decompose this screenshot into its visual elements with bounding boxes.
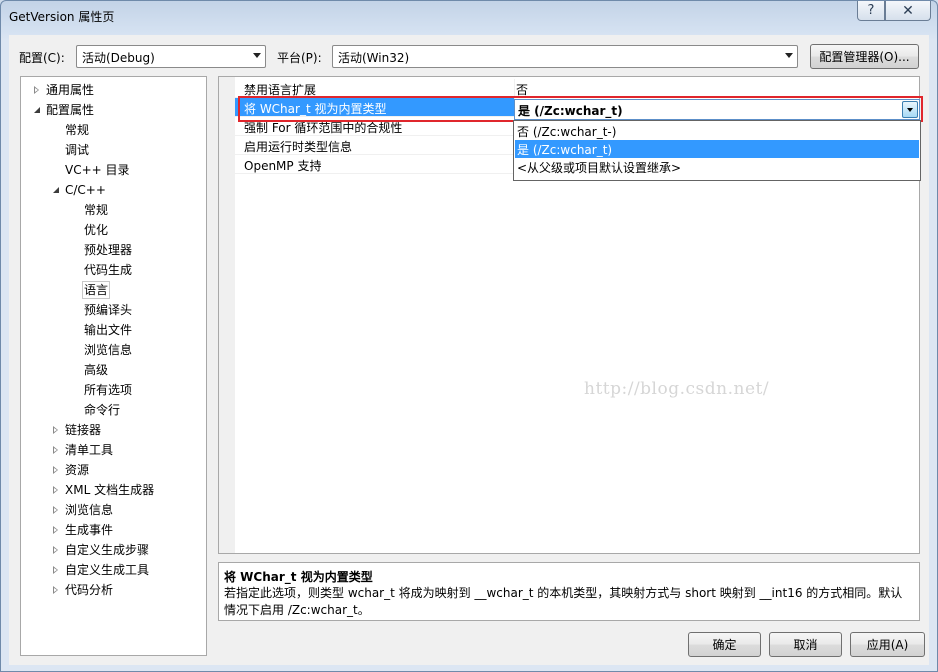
apply-button[interactable]: 应用(A): [850, 632, 925, 657]
tree-collapsed-icon[interactable]: [53, 466, 60, 475]
tree-collapsed-icon[interactable]: [53, 426, 60, 435]
tree-item[interactable]: 代码分析: [65, 581, 113, 599]
ok-button[interactable]: 确定: [688, 632, 761, 657]
tree-item[interactable]: 浏览信息: [84, 341, 132, 359]
tree-expanded-icon[interactable]: [53, 187, 60, 194]
description-panel: 将 WChar_t 视为内置类型 若指定此选项，则类型 wchar_t 将成为映…: [218, 562, 920, 621]
tree-item[interactable]: 生成事件: [65, 521, 113, 539]
dropdown-button[interactable]: [902, 101, 918, 118]
tree-collapsed-icon[interactable]: [53, 486, 60, 495]
config-value: 活动(Debug): [82, 51, 155, 65]
tree-item[interactable]: 浏览信息: [65, 501, 113, 519]
cancel-button[interactable]: 取消: [769, 632, 842, 657]
watermark: http://blog.csdn.net/: [584, 379, 770, 399]
property-pages-window: GetVersion 属性页 ? ✕ 配置(C): 活动(Debug) 平台(P…: [0, 0, 938, 672]
tree-item[interactable]: 所有选项: [84, 381, 132, 399]
tree-item[interactable]: 链接器: [65, 421, 101, 439]
dropdown-option[interactable]: <从父级或项目默认设置继承>: [515, 158, 919, 176]
dialog-client: 配置(C): 活动(Debug) 平台(P): 活动(Win32) 配置管理器(…: [9, 35, 929, 665]
dropdown-option[interactable]: 否 (/Zc:wchar_t-): [515, 122, 919, 140]
property-name: 将 WChar_t 视为内置类型: [244, 102, 387, 116]
chevron-down-icon: [785, 53, 793, 58]
grid-gutter: [219, 77, 235, 553]
property-row[interactable]: OpenMP 支持: [235, 155, 515, 174]
tree-item[interactable]: VC++ 目录: [65, 161, 130, 179]
tree-collapsed-icon[interactable]: [34, 86, 41, 95]
description-text: 若指定此选项，则类型 wchar_t 将成为映射到 __wchar_t 的本机类…: [224, 586, 903, 617]
tree-item[interactable]: 预编译头: [84, 301, 132, 319]
tree-item[interactable]: 常规: [65, 121, 89, 139]
window-title: GetVersion 属性页: [9, 10, 115, 24]
config-label: 配置(C):: [19, 51, 65, 65]
tree-item[interactable]: 调试: [65, 141, 89, 159]
description-title: 将 WChar_t 视为内置类型: [224, 570, 373, 584]
tree-item[interactable]: XML 文档生成器: [65, 481, 154, 499]
tree-item[interactable]: 常规: [84, 201, 108, 219]
property-name: 启用运行时类型信息: [244, 140, 353, 154]
title-bar[interactable]: GetVersion 属性页 ? ✕: [1, 1, 937, 31]
tree-collapsed-icon[interactable]: [53, 566, 60, 575]
property-name: OpenMP 支持: [244, 159, 322, 173]
close-icon: ✕: [902, 2, 914, 19]
tree-collapsed-icon[interactable]: [53, 506, 60, 515]
tree-item[interactable]: 命令行: [84, 401, 120, 419]
property-row[interactable]: 将 WChar_t 视为内置类型: [235, 98, 515, 117]
chevron-down-icon: [253, 53, 261, 58]
property-row[interactable]: 禁用语言扩展: [235, 79, 515, 98]
tree-item[interactable]: 自定义生成步骤: [65, 541, 149, 559]
tree-item[interactable]: C/C++: [65, 181, 106, 199]
tree-collapsed-icon[interactable]: [53, 546, 60, 555]
property-value: 否: [516, 83, 529, 97]
close-button[interactable]: ✕: [885, 1, 931, 21]
tree-item[interactable]: 代码生成: [84, 261, 132, 279]
tree-item[interactable]: 预处理器: [84, 241, 132, 259]
tree-item[interactable]: 高级: [84, 361, 108, 379]
help-icon: ?: [867, 3, 875, 18]
tree-item[interactable]: 语言: [82, 281, 111, 299]
property-name: 禁用语言扩展: [244, 83, 317, 97]
dropdown-option[interactable]: 是 (/Zc:wchar_t): [515, 140, 919, 158]
tree-collapsed-icon[interactable]: [53, 526, 60, 535]
value-editor-text: 是 (/Zc:wchar_t): [518, 104, 623, 118]
config-select[interactable]: 活动(Debug): [76, 45, 266, 68]
property-row[interactable]: 强制 For 循环范围中的合规性: [235, 117, 515, 136]
tree-item[interactable]: 资源: [65, 461, 89, 479]
tree-collapsed-icon[interactable]: [53, 586, 60, 595]
category-tree[interactable]: 通用属性 配置属性 常规 调试 VC++ 目录 C/C++ 常规 优化 预处理器 代码生成 语言 预编…: [20, 76, 207, 656]
property-grid[interactable]: 禁用语言扩展 否将 WChar_t 视为内置类型强制 For 循环范围中的合规性启…: [218, 76, 923, 554]
help-button[interactable]: ?: [857, 1, 885, 21]
property-row[interactable]: 启用运行时类型信息: [235, 136, 515, 155]
tree-item[interactable]: 自定义生成工具: [65, 561, 149, 579]
platform-select[interactable]: 活动(Win32): [332, 45, 798, 68]
property-name: 强制 For 循环范围中的合规性: [244, 121, 403, 135]
tree-item[interactable]: 清单工具: [65, 441, 113, 459]
tree-expanded-icon[interactable]: [34, 107, 41, 114]
tree-item[interactable]: 输出文件: [84, 321, 132, 339]
value-dropdown-list[interactable]: 否 (/Zc:wchar_t-) 是 (/Zc:wchar_t) <从父级或项目默认…: [513, 120, 921, 181]
value-editor-combo[interactable]: 是 (/Zc:wchar_t): [514, 99, 920, 120]
tree-item[interactable]: 配置属性: [46, 101, 94, 119]
tree-item[interactable]: 通用属性: [46, 81, 94, 99]
tree-collapsed-icon[interactable]: [53, 446, 60, 455]
platform-label: 平台(P):: [277, 51, 322, 65]
tree-item[interactable]: 优化: [84, 221, 108, 239]
property-value-cell[interactable]: 否: [515, 79, 919, 98]
platform-value: 活动(Win32): [338, 51, 410, 65]
config-manager-button[interactable]: 配置管理器(O)...: [810, 44, 919, 69]
